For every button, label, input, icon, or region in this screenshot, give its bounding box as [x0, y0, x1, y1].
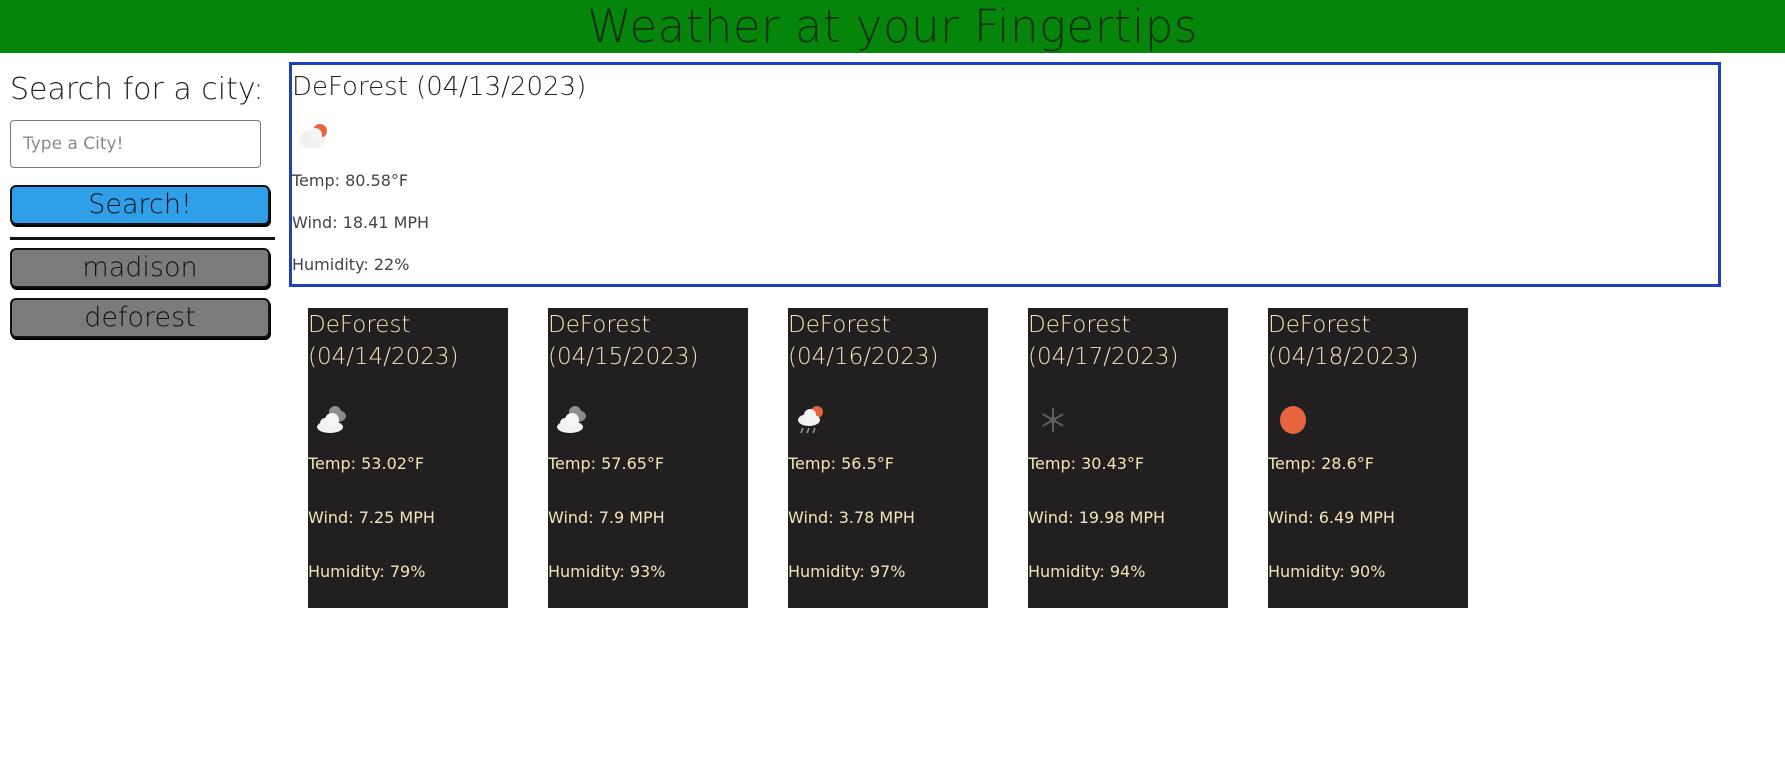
city-search-input[interactable] [10, 120, 261, 168]
forecast-date: (04/18/2023) [1268, 344, 1419, 370]
current-humidity: Humidity: 22% [292, 255, 410, 274]
search-sidebar: Search for a city: Search! madison defor… [10, 68, 275, 338]
forecast-wind: Wind: 7.25 MPH [308, 508, 435, 527]
forecast-city: DeForest [548, 312, 651, 338]
broken-clouds-icon [548, 400, 748, 444]
clear-sun-icon [1268, 400, 1468, 444]
partly-cloudy-day-icon [292, 115, 1718, 155]
forecast-card: DeForest (04/16/2023) Temp: 56.5°F Wind:… [788, 308, 988, 608]
forecast-city: DeForest [1268, 312, 1371, 338]
snow-icon [1028, 400, 1228, 444]
page-header: Weather at your Fingertips [0, 0, 1785, 53]
forecast-city: DeForest [308, 312, 411, 338]
current-weather-panel: DeForest (04/13/2023) Temp: 80.58°F Wind… [289, 62, 1721, 287]
forecast-temp: Temp: 56.5°F [788, 454, 894, 473]
forecast-card: DeForest (04/14/2023) Temp: 53.02°F Wind… [308, 308, 508, 608]
search-heading: Search for a city: [10, 72, 264, 107]
forecast-card: DeForest (04/17/2023) Temp: 30.43°F Wind… [1028, 308, 1228, 608]
broken-clouds-icon [308, 400, 508, 444]
divider [10, 237, 275, 240]
forecast-date: (04/16/2023) [788, 344, 939, 370]
history-button-deforest[interactable]: deforest [10, 298, 270, 338]
search-button[interactable]: Search! [10, 185, 270, 225]
forecast-temp: Temp: 53.02°F [308, 454, 425, 473]
forecast-card: DeForest (04/18/2023) Temp: 28.6°F Wind:… [1268, 308, 1468, 608]
rain-icon [788, 400, 988, 444]
forecast-humidity: Humidity: 94% [1028, 562, 1146, 581]
current-wind: Wind: 18.41 MPH [292, 213, 430, 232]
forecast-humidity: Humidity: 93% [548, 562, 666, 581]
forecast-city: DeForest [1028, 312, 1131, 338]
forecast-date: (04/15/2023) [548, 344, 699, 370]
forecast-humidity: Humidity: 79% [308, 562, 426, 581]
page-title: Weather at your Fingertips [587, 0, 1198, 53]
forecast-date: (04/17/2023) [1028, 344, 1179, 370]
forecast-humidity: Humidity: 90% [1268, 562, 1386, 581]
forecast-temp: Temp: 28.6°F [1268, 454, 1374, 473]
forecast-temp: Temp: 30.43°F [1028, 454, 1145, 473]
forecast-temp: Temp: 57.65°F [548, 454, 665, 473]
forecast-humidity: Humidity: 97% [788, 562, 906, 581]
forecast-wind: Wind: 6.49 MPH [1268, 508, 1395, 527]
forecast-wind: Wind: 7.9 MPH [548, 508, 665, 527]
forecast-wind: Wind: 3.78 MPH [788, 508, 915, 527]
forecast-city: DeForest [788, 312, 891, 338]
current-weather-title: DeForest (04/13/2023) [292, 72, 587, 102]
forecast-card: DeForest (04/15/2023) Temp: 57.65°F Wind… [548, 308, 748, 608]
history-button-madison[interactable]: madison [10, 248, 270, 288]
forecast-wind: Wind: 19.98 MPH [1028, 508, 1166, 527]
forecast-date: (04/14/2023) [308, 344, 459, 370]
current-temp: Temp: 80.58°F [292, 171, 409, 190]
